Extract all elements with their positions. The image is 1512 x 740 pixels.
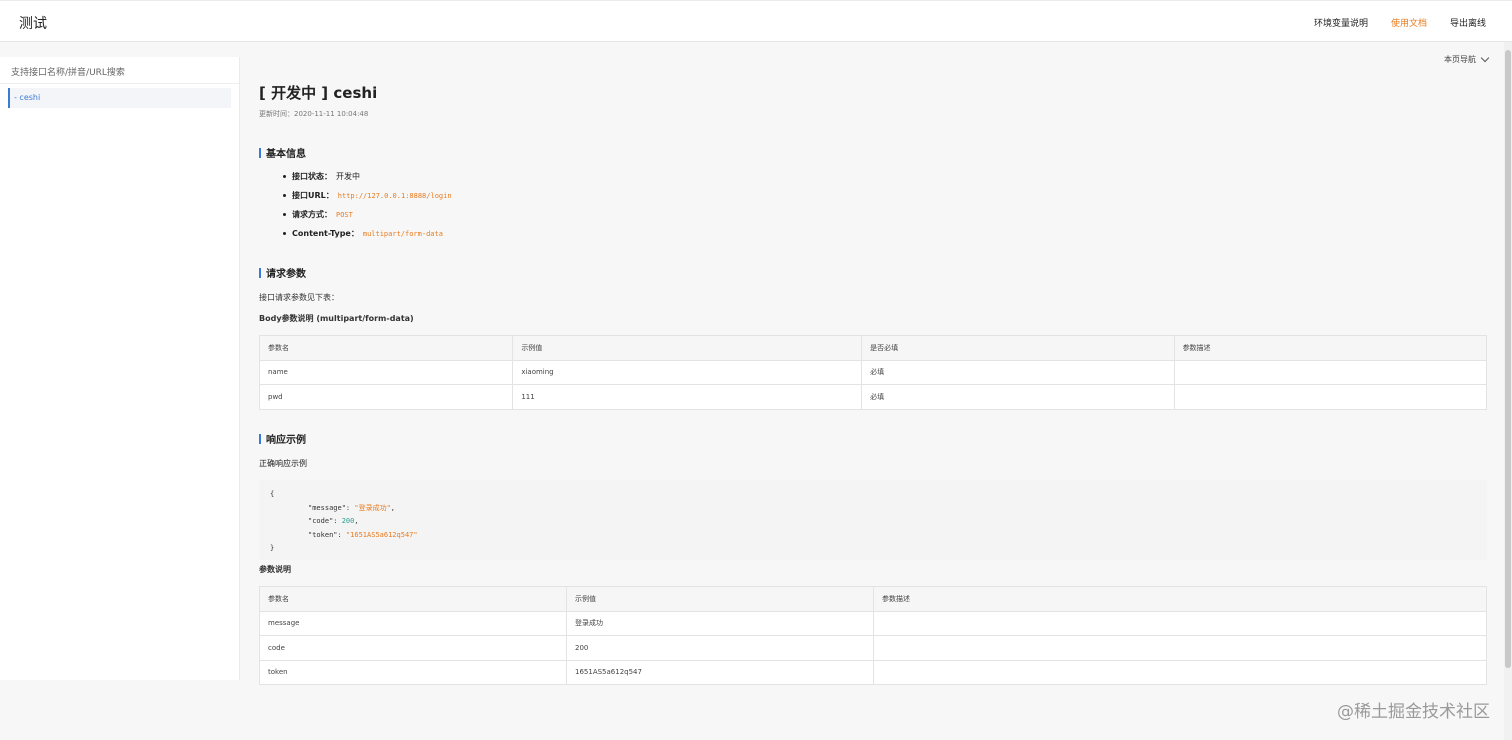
column-header: 示例值 xyxy=(566,586,874,612)
list-item: 请求方式： POST xyxy=(283,205,883,224)
code-line: } xyxy=(270,542,1476,556)
bullet-icon xyxy=(283,175,286,178)
table-cell: 200 xyxy=(566,635,874,661)
table-cell xyxy=(873,635,1487,661)
section-request-params: 请求参数 xyxy=(259,265,306,280)
table-header-row: 参数名 示例值 是否必填 参数描述 xyxy=(258,335,1488,361)
info-key: 接口URL： xyxy=(292,191,334,200)
table-row: message 登录成功 xyxy=(259,610,1487,636)
table-cell xyxy=(1173,384,1488,410)
code-line: "code": 200, xyxy=(270,515,1476,529)
code-key: "token": xyxy=(308,530,346,539)
main-content: [ 开发中 ] ceshi 更新时间：2020-11-11 10:04:48 基… xyxy=(258,82,1488,685)
column-header: 参数描述 xyxy=(1173,335,1488,361)
code-key: "code": xyxy=(308,517,342,525)
table-cell: name xyxy=(258,359,514,385)
code-value: 200 xyxy=(341,517,355,525)
table-cell xyxy=(1173,359,1488,385)
body-params-title: Body参数说明 (multipart/form-data) xyxy=(259,314,414,323)
code-brace: } xyxy=(270,544,275,552)
column-header: 参数名 xyxy=(259,586,567,612)
code-line: "token": "1651AS5a612q547" xyxy=(270,529,1476,543)
scrollbar-thumb[interactable] xyxy=(1505,50,1511,668)
column-header: 示例值 xyxy=(512,335,863,361)
table-row: pwd 111 必填 xyxy=(258,384,1488,410)
bullet-icon xyxy=(283,232,286,235)
page-scrollbar[interactable] xyxy=(1504,42,1512,740)
success-response-title: 正确响应示例 xyxy=(259,459,307,468)
table-cell: token xyxy=(259,659,567,685)
list-item: 接口URL： http://127.0.0.1:8888/login xyxy=(283,186,883,205)
column-header: 参数描述 xyxy=(873,586,1487,612)
page-nav-label: 本页导航 xyxy=(1444,55,1476,64)
table-cell: 登录成功 xyxy=(566,610,874,636)
nav-export-offline-link[interactable]: 导出离线 xyxy=(1450,16,1486,29)
code-punct: , xyxy=(390,503,396,512)
table-header-row: 参数名 示例值 参数描述 xyxy=(259,586,1487,612)
table-cell: 必填 xyxy=(861,384,1175,410)
response-params-title: 参数说明 xyxy=(259,565,291,574)
nav-env-variables-link[interactable]: 环境变量说明 xyxy=(1314,16,1368,29)
table-cell: pwd xyxy=(258,384,514,410)
bullet-icon xyxy=(283,213,286,216)
info-value: multipart/form-data xyxy=(362,229,443,238)
code-line: { xyxy=(270,488,1476,502)
response-params-table: 参数名 示例值 参数描述 message 登录成功 code 200 token… xyxy=(259,586,1487,685)
page-nav-dropdown[interactable]: 本页导航 xyxy=(1444,53,1490,65)
code-key: "message": xyxy=(308,503,355,512)
code-value: "登录成功" xyxy=(354,503,391,512)
response-code-block: { "message": "登录成功", "code": 200, "token… xyxy=(259,480,1487,560)
section-response-example: 响应示例 xyxy=(259,431,306,446)
code-brace: { xyxy=(270,490,275,498)
page-title: [ 开发中 ] ceshi xyxy=(259,82,1487,102)
api-name: ceshi xyxy=(333,84,378,102)
table-cell xyxy=(873,659,1487,685)
request-params-table: 参数名 示例值 是否必填 参数描述 name xiaoming 必填 pwd 1… xyxy=(258,335,1488,410)
list-item: 接口状态： 开发中 xyxy=(283,167,883,186)
chevron-down-icon xyxy=(1480,53,1490,63)
table-row: name xiaoming 必填 xyxy=(258,359,1488,385)
table-cell: message xyxy=(259,610,567,636)
code-line: "message": "登录成功", xyxy=(270,502,1476,516)
section-marker xyxy=(259,147,261,158)
watermark-text: @稀土掘金技术社区 xyxy=(1337,702,1490,722)
info-key: 接口状态： xyxy=(292,172,332,181)
table-cell: 111 xyxy=(512,384,863,410)
table-cell: xiaoming xyxy=(512,359,863,385)
section-heading: 请求参数 xyxy=(266,269,306,280)
info-value: POST xyxy=(336,210,353,219)
table-cell: 必填 xyxy=(861,359,1175,385)
project-title: 测试 xyxy=(19,16,47,32)
info-value: http://127.0.0.1:8888/login xyxy=(337,191,452,200)
table-row: token 1651AS5a612q547 xyxy=(259,659,1487,685)
top-header: 测试 环境变量说明 使用文档 导出离线 xyxy=(0,0,1512,42)
nav-usage-docs-link[interactable]: 使用文档 xyxy=(1391,16,1427,29)
section-basic-info: 基本信息 xyxy=(259,145,306,160)
column-header: 是否必填 xyxy=(861,335,1175,361)
section-marker xyxy=(259,433,261,444)
section-heading: 基本信息 xyxy=(266,149,306,160)
code-punct: , xyxy=(354,517,359,525)
column-header: 参数名 xyxy=(258,335,514,361)
bullet-icon xyxy=(283,194,286,197)
section-marker xyxy=(259,267,261,278)
api-search-input[interactable]: 支持接口名称/拼音/URL搜索 xyxy=(0,57,239,84)
header-nav: 环境变量说明 使用文档 导出离线 xyxy=(1314,16,1486,29)
table-cell xyxy=(873,610,1487,636)
sidebar-item-ceshi[interactable]: - ceshi xyxy=(8,88,231,108)
table-cell: code xyxy=(259,635,567,661)
sidebar: 支持接口名称/拼音/URL搜索 - ceshi xyxy=(0,57,240,680)
updated-time: 更新时间：2020-11-11 10:04:48 xyxy=(259,110,369,118)
code-value: "1651AS5a612q547" xyxy=(345,530,418,539)
table-row: code 200 xyxy=(259,635,1487,661)
info-value: 开发中 xyxy=(336,172,360,181)
table-cell: 1651AS5a612q547 xyxy=(566,659,874,685)
list-item: Content-Type： multipart/form-data xyxy=(283,224,883,243)
info-key: 请求方式： xyxy=(292,210,332,219)
basic-info-list: 接口状态： 开发中 接口URL： http://127.0.0.1:8888/log… xyxy=(283,167,883,243)
info-key: Content-Type： xyxy=(292,229,359,238)
request-intro: 接口请求参数见下表： xyxy=(259,293,339,302)
section-heading: 响应示例 xyxy=(266,435,306,446)
status-tag: [ 开发中 ] xyxy=(259,84,329,102)
